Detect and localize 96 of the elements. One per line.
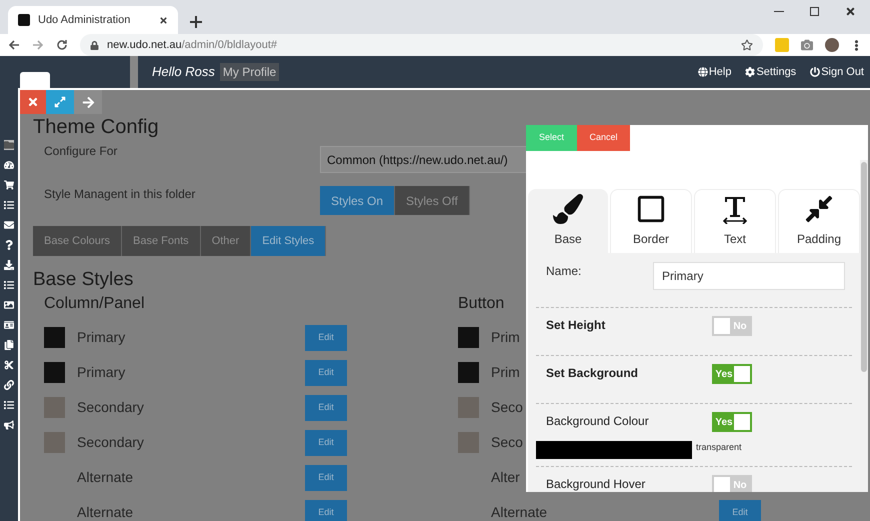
- section-tab[interactable]: Base Fonts: [122, 226, 201, 256]
- column-heading: Button: [458, 294, 506, 314]
- maximize-icon[interactable]: [810, 6, 819, 16]
- list-icon[interactable]: [4, 400, 14, 410]
- style-name: Prim: [491, 364, 520, 380]
- colour-value: transparent: [696, 441, 742, 454]
- avatar-icon[interactable]: [825, 38, 839, 52]
- close-icon[interactable]: [159, 16, 168, 24]
- scissors-icon[interactable]: [4, 360, 14, 370]
- styles-toggle-button[interactable]: Styles On: [320, 186, 396, 215]
- compress-arrows-icon: [804, 194, 834, 224]
- list-icon[interactable]: [4, 280, 14, 290]
- toggle-switch[interactable]: Yes: [712, 412, 752, 432]
- scroll-handle[interactable]: [130, 56, 138, 88]
- cart-icon[interactable]: [4, 180, 14, 190]
- browser-tab[interactable]: Udo Administration: [8, 6, 178, 34]
- style-tab[interactable]: Padding: [778, 189, 860, 253]
- next-button[interactable]: [74, 90, 102, 114]
- section-tab[interactable]: Other: [200, 226, 252, 256]
- power-icon: [810, 67, 820, 77]
- url-text: new.udo.net.au/admin/0/bldlayout#: [107, 38, 278, 53]
- address-field[interactable]: new.udo.net.au/admin/0/bldlayout#: [80, 34, 763, 56]
- style-name: Primary: [77, 364, 126, 380]
- mail-icon[interactable]: [4, 220, 14, 230]
- text-icon: [720, 194, 750, 224]
- style-name: Alternate: [77, 504, 134, 520]
- style-name: Seco: [491, 398, 523, 414]
- back-icon[interactable]: [8, 39, 20, 51]
- dashboard-icon[interactable]: [4, 160, 14, 170]
- site-logo-icon: [18, 14, 30, 26]
- minimize-icon[interactable]: [774, 10, 784, 12]
- header-link[interactable]: Sign Out: [810, 64, 864, 80]
- close-icon: [27, 96, 39, 108]
- expand-button[interactable]: [46, 90, 74, 114]
- style-tab[interactable]: Text: [694, 189, 776, 253]
- toggle-switch[interactable]: Yes: [712, 364, 752, 384]
- edit-button[interactable]: Edit: [305, 324, 347, 350]
- camera-icon[interactable]: [801, 39, 813, 51]
- edit-button[interactable]: Edit: [305, 394, 347, 420]
- setting-label: Background Colour: [546, 413, 650, 430]
- edit-button[interactable]: Edit: [305, 464, 347, 490]
- expand-icon: [54, 96, 66, 108]
- greeting-text: Hello Ross: [152, 63, 215, 82]
- styles-toggle-button[interactable]: Styles Off: [395, 186, 470, 215]
- style-name: Prim: [491, 328, 520, 344]
- paintbrush-icon: [553, 194, 583, 224]
- lock-icon: [90, 40, 99, 50]
- style-name: Secondary: [77, 434, 144, 450]
- style-name: Secondary: [77, 398, 144, 414]
- megaphone-icon[interactable]: [4, 420, 14, 430]
- setting-label: Background Hover: [546, 476, 646, 492]
- section-tab[interactable]: Base Colours: [33, 226, 122, 256]
- setting-label: Set Height: [546, 317, 606, 334]
- section-tab[interactable]: Edit Styles: [251, 226, 326, 256]
- arrow-right-icon: [82, 96, 94, 108]
- section-title: Base Styles: [33, 268, 134, 292]
- new-tab-icon[interactable]: [190, 16, 202, 28]
- close-button[interactable]: [20, 90, 46, 114]
- star-icon[interactable]: [741, 39, 753, 51]
- image-icon[interactable]: [4, 300, 14, 310]
- settings-icon: [745, 67, 756, 77]
- style-name: Alternate: [491, 504, 548, 520]
- profile-link[interactable]: My Profile: [220, 63, 280, 81]
- style-tab[interactable]: Border: [610, 189, 692, 253]
- dialog-title: Theme Config: [33, 115, 159, 140]
- list-icon[interactable]: [4, 200, 14, 210]
- setting-label: Set Background: [546, 365, 640, 382]
- edit-button[interactable]: Edit: [305, 500, 347, 521]
- column-heading: Column/Panel: [44, 294, 146, 314]
- style-name: Alter: [491, 468, 520, 484]
- field-label: Name:: [546, 263, 582, 280]
- reload-icon[interactable]: [56, 39, 68, 51]
- style-name: Primary: [77, 328, 126, 344]
- question-icon[interactable]: [4, 240, 14, 250]
- id-card-icon[interactable]: [4, 320, 14, 330]
- cancel-button[interactable]: Cancel: [577, 125, 630, 151]
- edit-button[interactable]: Edit: [305, 430, 347, 456]
- style-name: Seco: [491, 434, 523, 450]
- select-button[interactable]: Select: [526, 125, 577, 151]
- globe-icon: [698, 67, 708, 77]
- header-link[interactable]: Settings: [745, 64, 796, 80]
- field-label: Configure For: [44, 143, 118, 160]
- name-field[interactable]: Primary: [653, 262, 845, 290]
- header-link[interactable]: Help: [698, 64, 732, 80]
- copy-icon[interactable]: [4, 340, 14, 350]
- edit-button[interactable]: Edit: [305, 360, 347, 386]
- style-tab[interactable]: Base: [528, 189, 608, 253]
- tab-title: Udo Administration: [38, 12, 132, 28]
- download-icon[interactable]: [4, 260, 14, 270]
- style-name: Alternate: [77, 468, 134, 484]
- link-icon[interactable]: [4, 380, 14, 390]
- scrollbar-thumb[interactable]: [861, 162, 867, 372]
- folder-icon[interactable]: [4, 140, 14, 150]
- field-label: Style Managent in this folder: [44, 186, 196, 203]
- edit-button[interactable]: Edit: [719, 500, 761, 521]
- close-window-icon[interactable]: [845, 6, 856, 16]
